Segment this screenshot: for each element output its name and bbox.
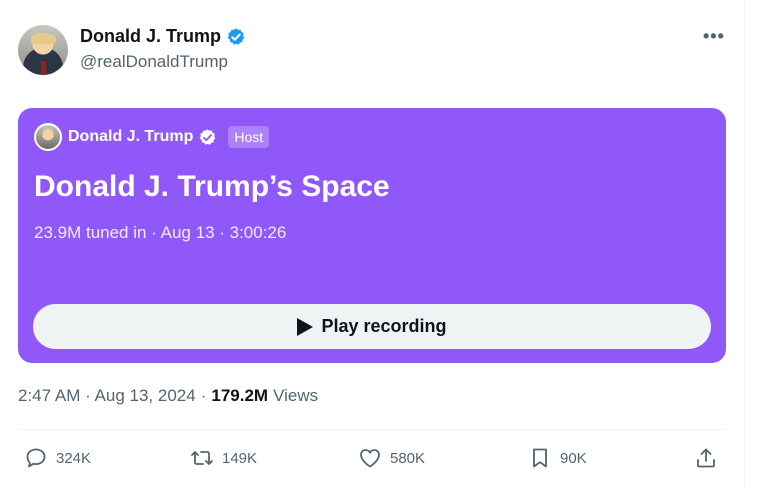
action-divider [18,429,726,430]
meta-separator: · [200,386,207,405]
views-count: 179.2M [211,386,269,405]
share-button[interactable] [694,446,718,470]
space-title: Donald J. Trump’s Space [34,170,390,203]
bookmark-button[interactable]: 90K [528,446,587,470]
tweet-meta-row: 2:47 AM · Aug 13, 2024 · 179.2M Views [18,386,318,406]
column-border [744,0,745,487]
bookmark-icon [533,448,547,468]
host-row: Donald J. Trump Host [68,126,270,148]
host-badge: Host [228,126,270,148]
heart-icon [360,449,380,468]
tweet-timestamp[interactable]: 2:47 AM · Aug 13, 2024 [18,386,196,406]
reply-count: 324K [56,449,92,467]
play-recording-button[interactable]: Play recording [33,304,711,349]
avatar-hair [31,33,56,44]
views-label: Views [273,386,319,405]
like-button[interactable]: 580K [358,446,425,470]
play-recording-label: Play recording [321,316,447,336]
host-name: Donald J. Trump [68,128,194,145]
host-avatar[interactable] [34,123,62,151]
speech-bubble-icon [26,448,46,468]
play-triangle-icon [297,317,314,336]
more-options-icon[interactable]: ••• [703,26,725,47]
share-upload-icon [697,448,715,468]
reply-button[interactable]: 324K [24,446,91,470]
space-card[interactable]: Donald J. Trump Host Donald J. Trump’s S… [18,108,726,363]
bookmark-count: 90K [560,449,587,467]
author-name[interactable]: Donald J. Trump [80,26,221,47]
host-verified-badge-icon [199,128,216,145]
space-meta: 23.9M tuned in · Aug 13 · 3:00:26 [34,223,287,242]
retweet-button[interactable]: 149K [190,446,257,470]
author-handle[interactable]: @realDonaldTrump [80,52,228,72]
avatar-tie [41,61,46,75]
retweet-arrows-icon [191,451,213,465]
retweet-count: 149K [222,449,258,467]
author-name-row: Donald J. Trump [80,26,246,47]
like-count: 580K [390,449,426,467]
verified-badge-icon[interactable] [226,27,246,47]
author-avatar[interactable] [18,25,68,75]
